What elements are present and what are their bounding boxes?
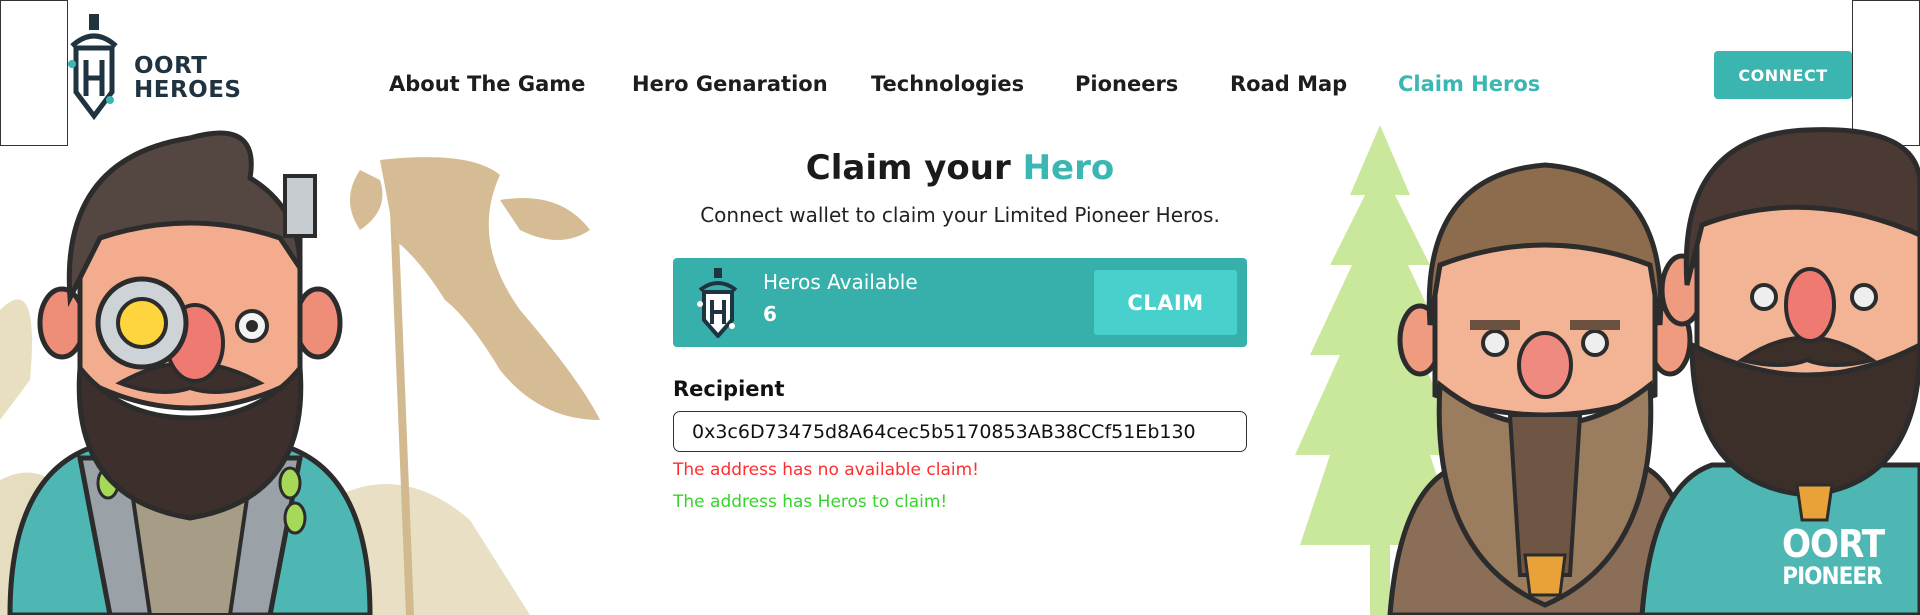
brand-line1: OORT (134, 53, 208, 79)
shirt-badge-line2: PIONEER (1782, 562, 1882, 590)
brand-logo[interactable]: OORT HEROES (66, 12, 241, 120)
recipient-label: Recipient (673, 377, 785, 401)
page-title-prefix: Claim your (805, 148, 1011, 188)
sword-h-logo-icon (68, 14, 118, 120)
heros-available-label: Heros Available (763, 270, 918, 294)
cyborg-hero-illustration (7, 130, 373, 615)
page-subtitle: Connect wallet to claim your Limited Pio… (700, 203, 1220, 227)
nav-item-road-map[interactable]: Road Map (1230, 72, 1347, 96)
nav-item-hero-generation[interactable]: Hero Genaration (632, 72, 828, 96)
page-title: Claim your Hero (0, 148, 1920, 188)
connect-button[interactable]: CONNECT (1714, 51, 1852, 99)
heros-available-count: 6 (763, 302, 777, 326)
hero-token-icon (697, 268, 738, 338)
shirt-badge-line1: OORT (1782, 522, 1885, 566)
nav-item-about-the-game[interactable]: About The Game (389, 72, 585, 96)
page-title-accent: Hero (1022, 148, 1115, 188)
success-message: The address has Heros to claim! (673, 492, 948, 512)
brand-wordmark: OORT HEROES (134, 54, 242, 102)
recipient-address-input[interactable] (673, 411, 1247, 452)
brand-line2: HEROES (134, 77, 242, 103)
claim-card: Heros Available 6 CLAIM (673, 258, 1247, 347)
nav-item-pioneers[interactable]: Pioneers (1075, 72, 1178, 96)
nav-item-technologies[interactable]: Technologies (871, 72, 1024, 96)
nav-item-claim-heros[interactable]: Claim Heros (1398, 72, 1540, 96)
claim-button[interactable]: CLAIM (1094, 270, 1237, 335)
error-message: The address has no available claim! (673, 460, 979, 480)
shirt-badge: OORT PIONEER (1782, 522, 1885, 590)
